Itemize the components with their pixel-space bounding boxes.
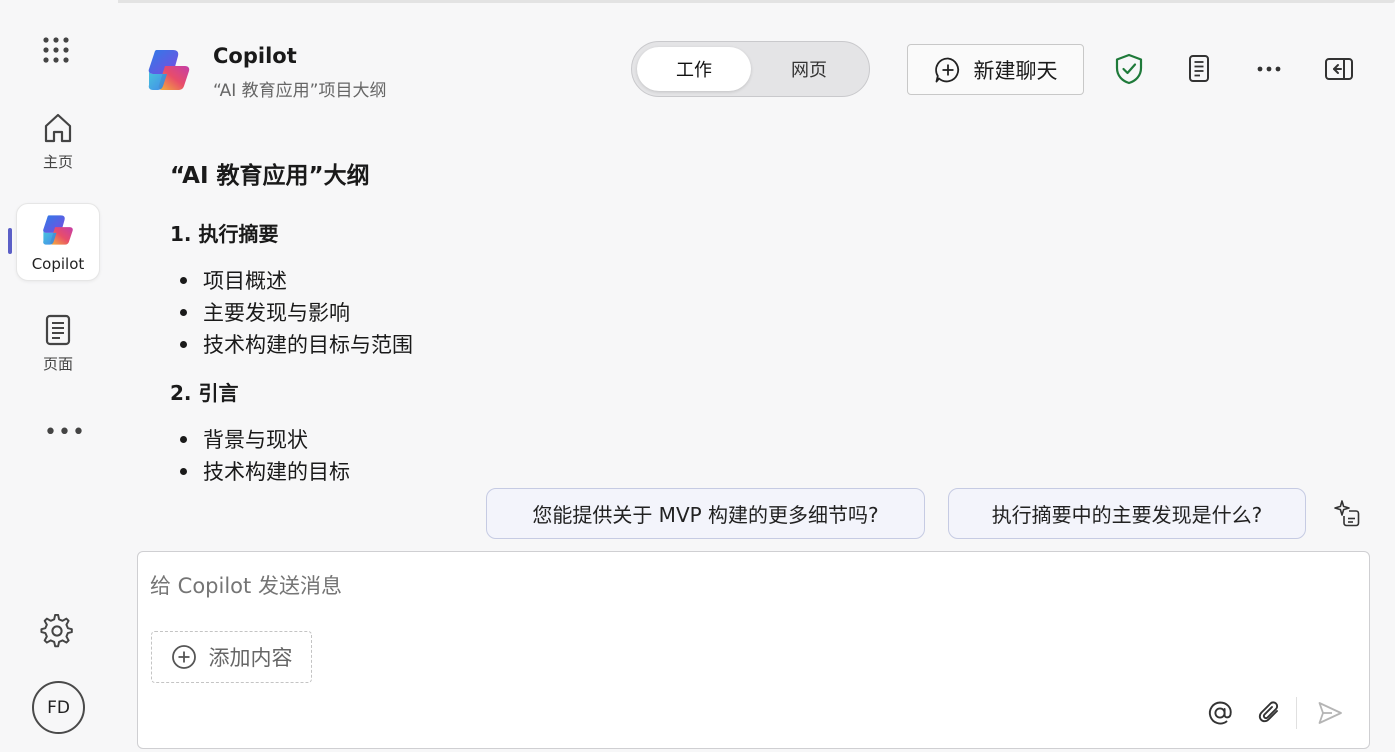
more-options-button[interactable] bbox=[1252, 52, 1286, 86]
message-composer: 添加内容 bbox=[137, 551, 1370, 749]
conversation-subtitle: “AI 教育应用”项目大纲 bbox=[213, 81, 387, 101]
settings-gear-icon[interactable] bbox=[40, 614, 74, 648]
list-item: 项目概述 bbox=[180, 265, 287, 295]
toggle-work[interactable]: 工作 bbox=[637, 47, 751, 91]
section-heading: 2. 引言 bbox=[170, 381, 239, 405]
list-item-text: 项目概述 bbox=[203, 269, 287, 293]
protection-shield-button[interactable] bbox=[1112, 52, 1146, 86]
shield-check-icon bbox=[1115, 53, 1143, 85]
home-icon bbox=[44, 113, 72, 142]
copilot-logo-icon bbox=[43, 215, 73, 245]
rail-item-pages[interactable]: 页面 bbox=[16, 304, 100, 382]
refresh-suggestions-icon[interactable] bbox=[1330, 497, 1362, 529]
suggestion-chip[interactable]: 您能提供关于 MVP 构建的更多细节吗? bbox=[486, 488, 925, 539]
new-chat-button[interactable]: 新建聊天 bbox=[907, 44, 1084, 95]
active-indicator bbox=[8, 228, 12, 254]
send-button[interactable] bbox=[1314, 697, 1346, 729]
rail-item-copilot[interactable]: Copilot bbox=[16, 203, 100, 281]
add-content-label: 添加内容 bbox=[208, 646, 293, 670]
list-item-text: 技术构建的目标 bbox=[203, 460, 350, 484]
add-circle-icon bbox=[171, 645, 196, 669]
send-icon bbox=[1318, 702, 1342, 724]
new-chat-icon bbox=[934, 57, 959, 82]
bullet-dot bbox=[180, 308, 187, 316]
suggestion-chip[interactable]: 执行摘要中的主要发现是什么? bbox=[948, 488, 1306, 539]
message-input[interactable] bbox=[150, 574, 1250, 598]
bullet-dot bbox=[180, 435, 187, 443]
composer-divider bbox=[1296, 697, 1297, 729]
rail-item-label: Copilot bbox=[31, 255, 85, 273]
panel-collapse-icon bbox=[1325, 58, 1353, 80]
rail-item-label: 主页 bbox=[42, 152, 73, 171]
pages-button[interactable] bbox=[1183, 52, 1217, 86]
rail-item-label: 页面 bbox=[42, 354, 73, 373]
list-item: 背景与现状 bbox=[180, 424, 308, 454]
add-content-button[interactable]: 添加内容 bbox=[151, 631, 312, 683]
copilot-logo-icon bbox=[148, 50, 190, 90]
list-item-text: 主要发现与影响 bbox=[203, 301, 350, 325]
list-item: 主要发现与影响 bbox=[180, 297, 350, 327]
bullet-dot bbox=[180, 276, 187, 284]
collapse-panel-button[interactable] bbox=[1322, 52, 1356, 86]
window-top-edge bbox=[115, 0, 1395, 3]
left-rail: 主页 Copilot 页面 ••• FD bbox=[0, 0, 118, 752]
paperclip-icon bbox=[1258, 701, 1279, 723]
new-chat-label: 新建聊天 bbox=[973, 58, 1058, 83]
app-title: Copilot bbox=[213, 44, 297, 68]
at-mention-icon bbox=[1208, 701, 1232, 725]
more-horizontal-icon bbox=[1257, 66, 1281, 72]
list-item-text: 技术构建的目标与范围 bbox=[203, 333, 413, 357]
rail-item-home[interactable]: 主页 bbox=[16, 102, 100, 180]
list-item: 技术构建的目标与范围 bbox=[180, 329, 413, 359]
pages-icon bbox=[45, 314, 71, 345]
outline-title: “AI 教育应用”大纲 bbox=[170, 163, 370, 189]
list-item-text: 背景与现状 bbox=[203, 428, 308, 452]
attach-button[interactable] bbox=[1254, 697, 1286, 729]
document-icon bbox=[1189, 55, 1209, 82]
work-web-toggle[interactable]: 工作 网页 bbox=[631, 41, 870, 97]
mention-button[interactable] bbox=[1204, 697, 1236, 729]
toggle-web[interactable]: 网页 bbox=[752, 47, 866, 91]
list-item: 技术构建的目标 bbox=[180, 456, 350, 486]
app-launcher-icon[interactable] bbox=[42, 36, 70, 64]
user-avatar[interactable]: FD bbox=[32, 681, 85, 734]
more-apps-button[interactable]: ••• bbox=[44, 420, 86, 445]
section-heading: 1. 执行摘要 bbox=[170, 222, 279, 246]
bullet-dot bbox=[180, 340, 187, 348]
bullet-dot bbox=[180, 467, 187, 475]
